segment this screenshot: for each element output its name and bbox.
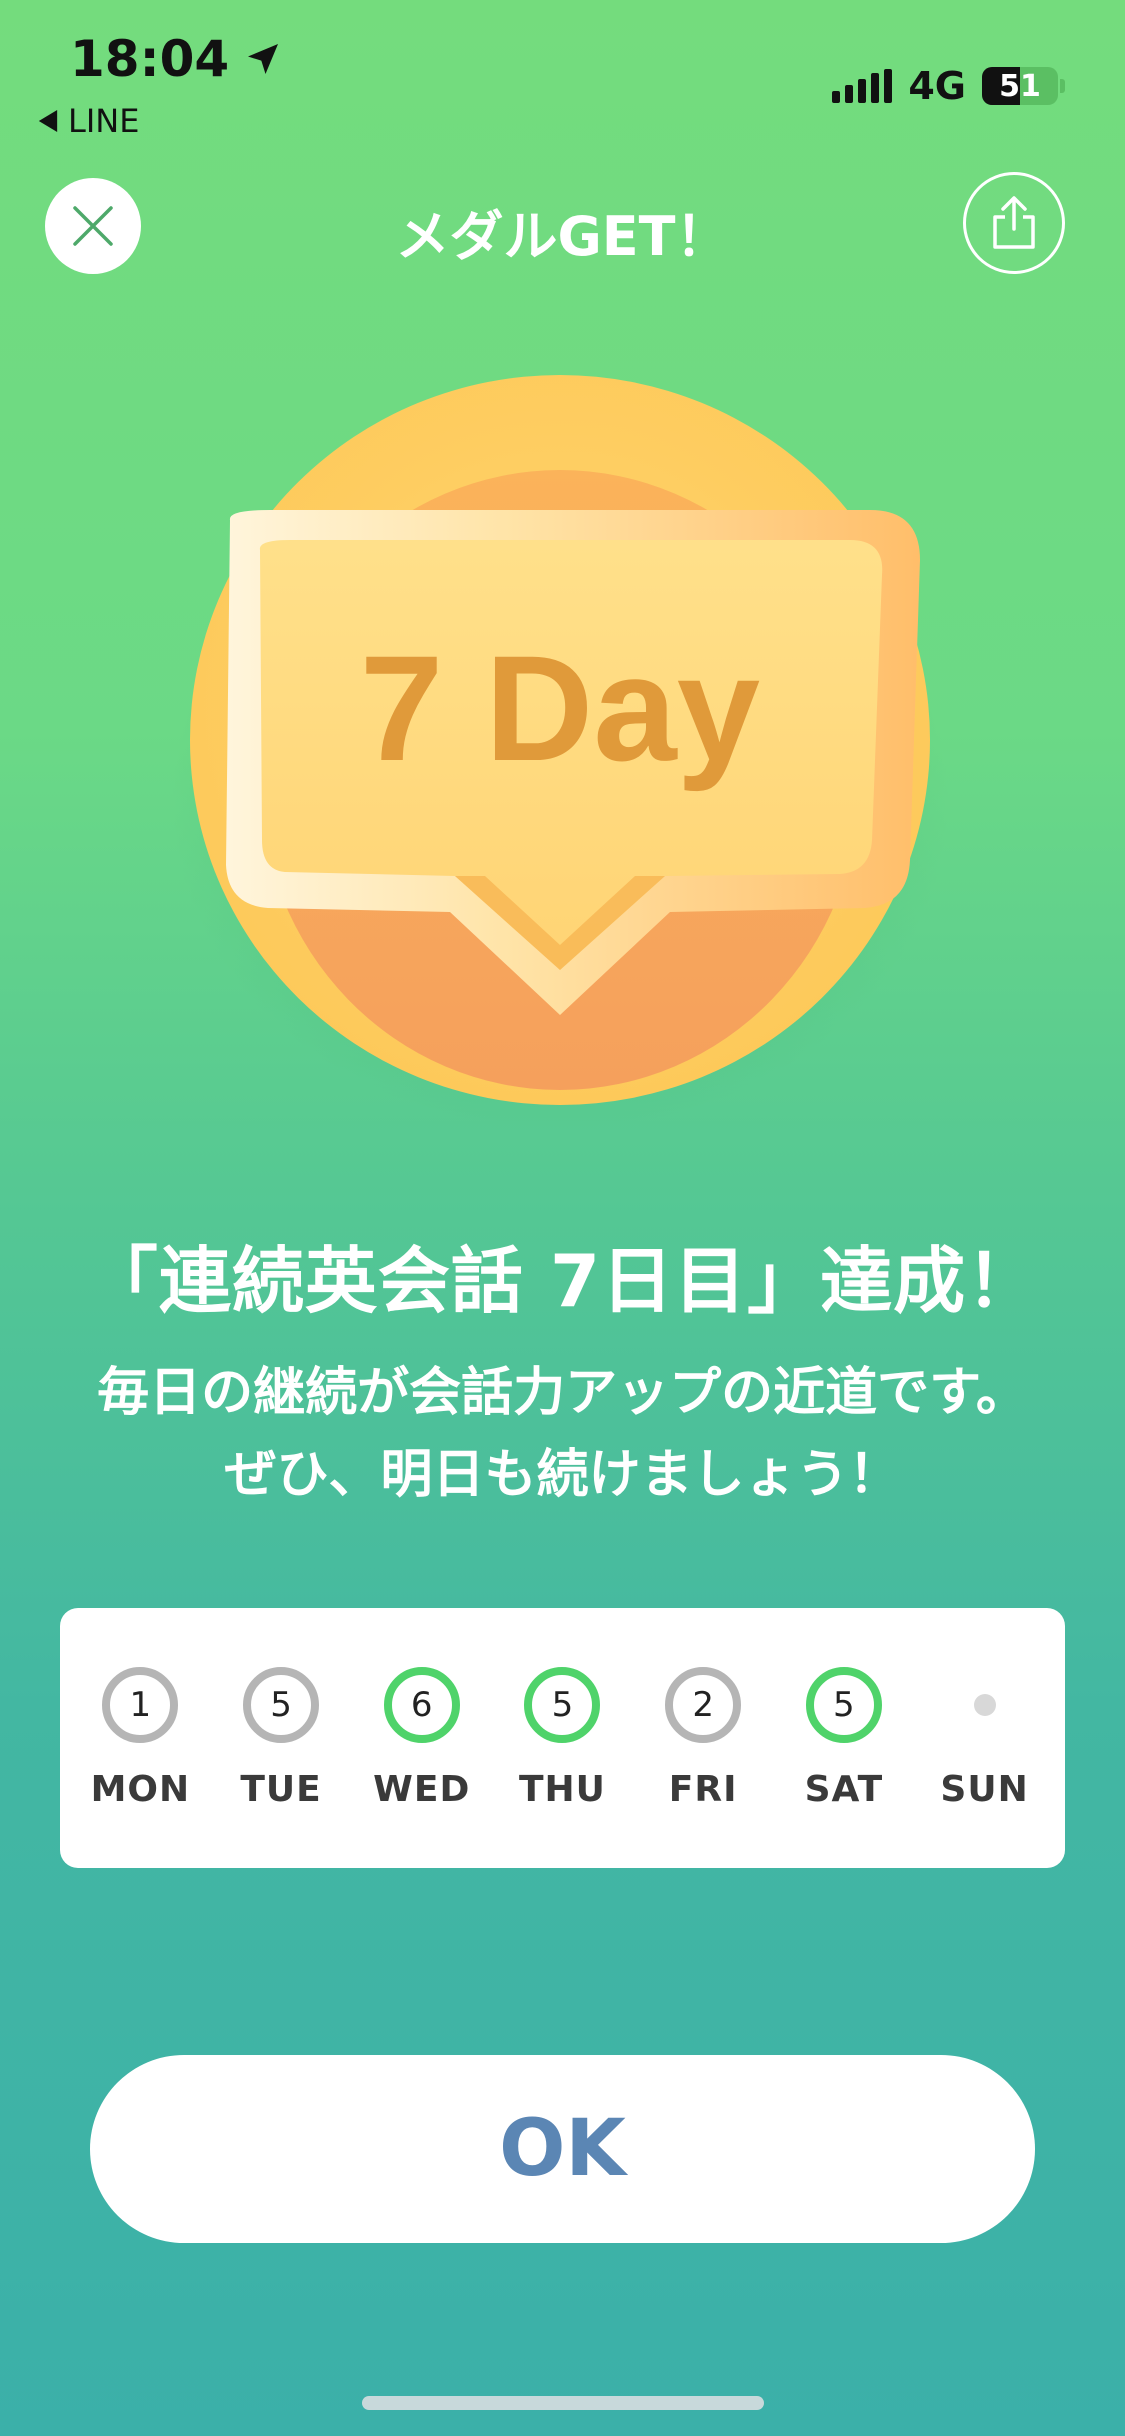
day-label: MON	[90, 1768, 191, 1810]
ok-button[interactable]: OK	[90, 2055, 1035, 2243]
weekly-progress-card: 1 MON 5 TUE 6 WED 5 THU 2 FRI 5 SAT SUN	[60, 1608, 1065, 1868]
status-time: 18:04	[70, 30, 283, 88]
day-sat: 5 SAT	[779, 1666, 909, 1810]
back-triangle-icon	[38, 110, 58, 132]
day-label: SAT	[804, 1768, 884, 1810]
status-indicators: 4G 51	[832, 64, 1065, 108]
day-wed: 6 WED	[357, 1666, 487, 1810]
home-indicator[interactable]	[362, 2396, 764, 2410]
day-label: FRI	[668, 1768, 738, 1810]
day-empty-dot	[946, 1666, 1023, 1743]
day-count-ring: 5	[805, 1666, 882, 1743]
network-type: 4G	[908, 64, 966, 108]
day-count-ring: 6	[383, 1666, 460, 1743]
day-count-ring: 2	[665, 1666, 742, 1743]
day-sun: SUN	[920, 1666, 1050, 1810]
message-line-1: 毎日の継続が会話力アップの近道です。	[97, 1363, 1028, 1423]
page-title: メダルGET！	[395, 205, 730, 268]
day-count-ring: 5	[524, 1666, 601, 1743]
day-label: THU	[518, 1768, 606, 1810]
battery-icon: 51	[982, 67, 1058, 105]
day-count-ring: 1	[102, 1666, 179, 1743]
medal-badge: 7 Day	[150, 360, 970, 1140]
medal-label: 7 Day	[360, 624, 760, 792]
day-mon: 1 MON	[75, 1666, 205, 1810]
signal-icon	[832, 69, 893, 103]
day-label: TUE	[240, 1768, 322, 1810]
day-tue: 5 TUE	[216, 1666, 346, 1810]
location-arrow-icon	[248, 44, 279, 74]
day-label: SUN	[940, 1768, 1029, 1810]
message-line-2: ぜひ、明日も続けましょう！	[224, 1445, 901, 1505]
day-thu: 5 THU	[497, 1666, 627, 1810]
battery-level: 51	[999, 68, 1041, 104]
achievement-headline: 「連続英会話 7日目」達成！	[85, 1239, 1040, 1323]
share-button[interactable]	[963, 172, 1065, 274]
day-count-ring: 5	[243, 1666, 320, 1743]
day-fri: 2 FRI	[638, 1666, 768, 1810]
day-label: WED	[373, 1768, 471, 1810]
back-to-app-link[interactable]: LINE	[38, 102, 139, 140]
achievement-message: 毎日の継続が会話力アップの近道です。 ぜひ、明日も続けましょう！	[0, 1352, 1125, 1516]
share-icon	[993, 196, 1035, 249]
